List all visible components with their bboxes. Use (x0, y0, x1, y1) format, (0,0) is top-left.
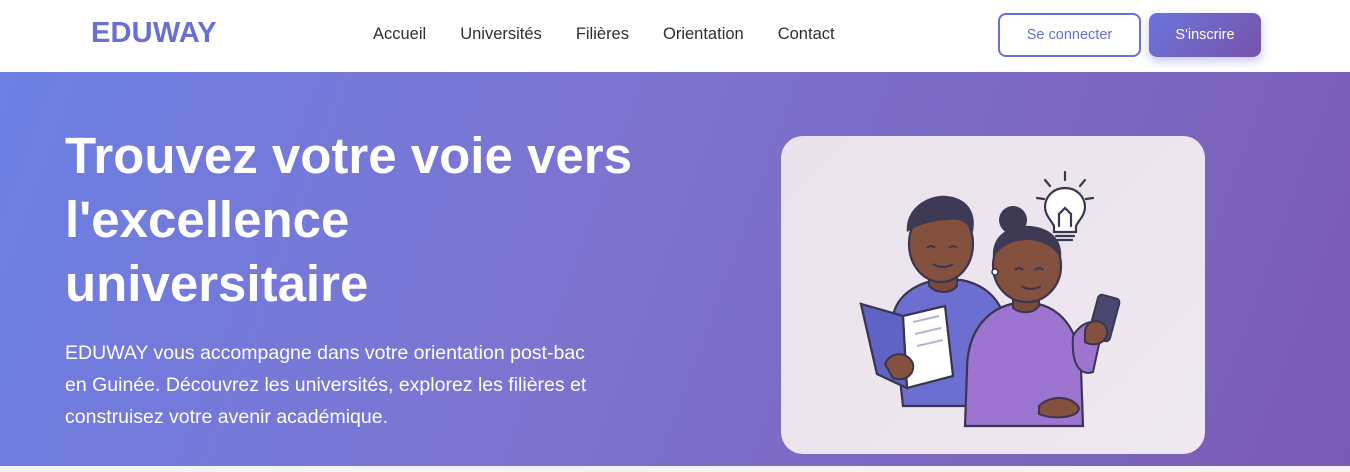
login-button[interactable]: Se connecter (998, 13, 1141, 57)
nav-link-universites[interactable]: Universités (460, 25, 542, 44)
hero-description: EDUWAY vous accompagne dans votre orient… (65, 337, 665, 433)
main-nav: Accueil Universités Filières Orientation… (373, 25, 869, 44)
nav-link-filieres[interactable]: Filières (576, 25, 629, 44)
hero-description-line: EDUWAY vous accompagne dans votre orient… (65, 342, 585, 364)
hero-title-line: Trouvez votre voie vers (65, 127, 632, 184)
hero-title-line: universitaire (65, 255, 369, 312)
top-navbar: EDUWAY Accueil Universités Filières Orie… (0, 0, 1350, 72)
hero-section: Trouvez votre voie vers l'excellence uni… (0, 72, 1350, 466)
signup-button[interactable]: S'inscrire (1149, 13, 1261, 57)
brand-logo[interactable]: EDUWAY (91, 17, 217, 50)
hero-title-line: l'excellence (65, 191, 350, 248)
students-illustration (859, 170, 1121, 428)
hero-description-line: en Guinée. Découvrez les universités, ex… (65, 374, 587, 396)
hero-title: Trouvez votre voie vers l'excellence uni… (65, 124, 685, 316)
page-bottom-edge (0, 466, 1350, 472)
nav-link-contact[interactable]: Contact (778, 25, 835, 44)
nav-link-accueil[interactable]: Accueil (373, 25, 426, 44)
nav-link-orientation[interactable]: Orientation (663, 25, 744, 44)
hero-description-line: construisez votre avenir académique. (65, 406, 388, 428)
hero-illustration-card (781, 136, 1205, 454)
